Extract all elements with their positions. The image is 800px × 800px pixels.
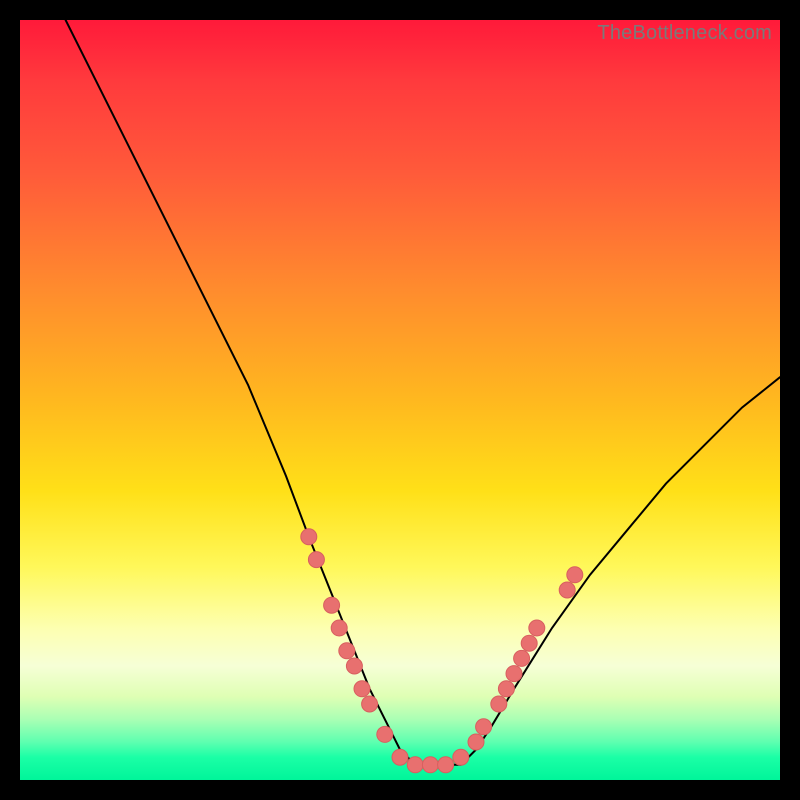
curve-svg	[20, 20, 780, 780]
data-marker	[438, 757, 454, 773]
data-marker	[506, 666, 522, 682]
data-marker	[308, 552, 324, 568]
data-marker	[521, 635, 537, 651]
chart-frame: TheBottleneck.com	[0, 0, 800, 800]
data-marker	[346, 658, 362, 674]
data-marker	[331, 620, 347, 636]
data-marker	[453, 749, 469, 765]
plot-area: TheBottleneck.com	[20, 20, 780, 780]
data-marker	[301, 529, 317, 545]
data-marker	[514, 650, 530, 666]
data-marker	[324, 597, 340, 613]
markers-group	[301, 529, 583, 773]
data-marker	[377, 726, 393, 742]
data-marker	[392, 749, 408, 765]
data-marker	[491, 696, 507, 712]
data-marker	[362, 696, 378, 712]
data-marker	[422, 757, 438, 773]
data-marker	[354, 681, 370, 697]
data-marker	[529, 620, 545, 636]
data-marker	[567, 567, 583, 583]
data-marker	[468, 734, 484, 750]
data-marker	[559, 582, 575, 598]
data-marker	[339, 643, 355, 659]
data-marker	[407, 757, 423, 773]
data-marker	[498, 681, 514, 697]
bottleneck-curve	[66, 20, 780, 765]
data-marker	[476, 719, 492, 735]
